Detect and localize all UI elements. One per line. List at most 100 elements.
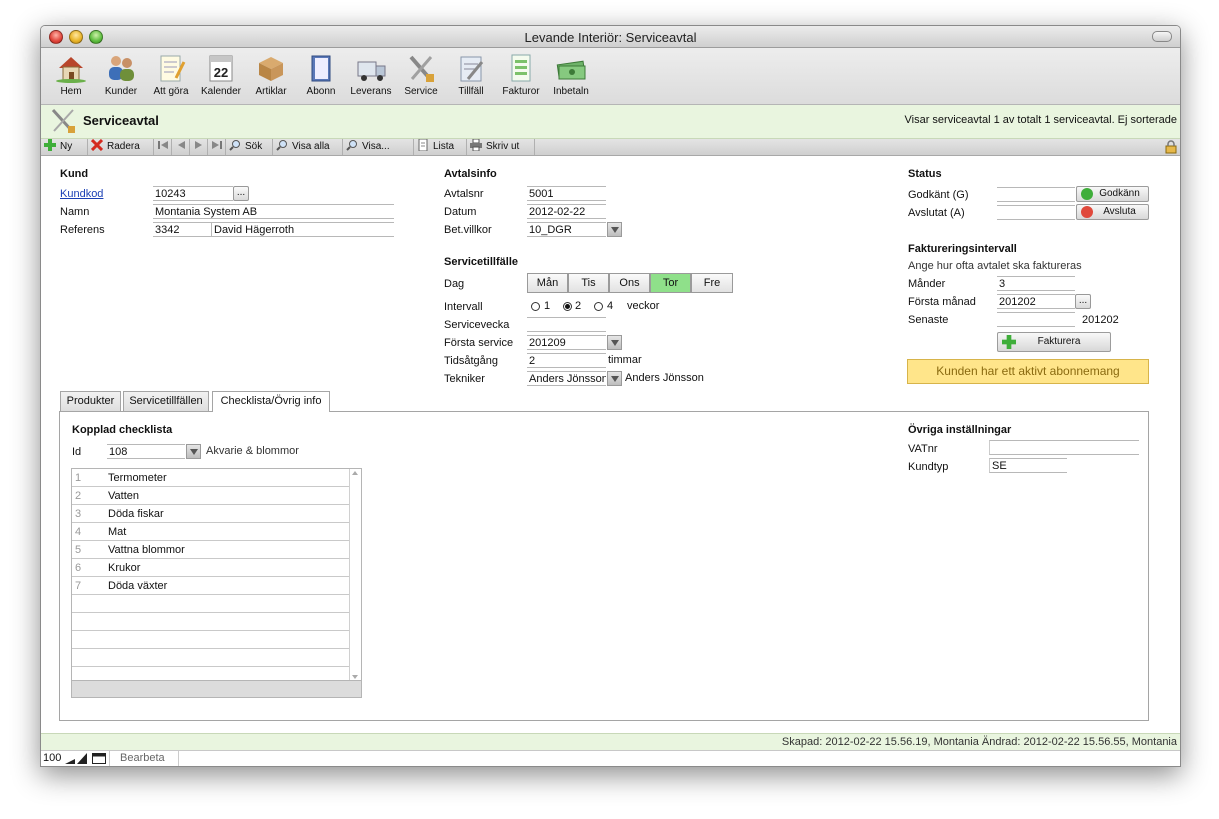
lock-icon[interactable]	[1164, 140, 1178, 154]
tab-checklista[interactable]: Checklista/Övrig info	[212, 391, 330, 412]
forsta-service-field[interactable]: 201209	[527, 335, 606, 350]
forsta-service-label: Första service	[444, 337, 514, 349]
toolbar-todo-button[interactable]: Att göra	[146, 52, 196, 97]
list-item[interactable]: 6 Krukor	[72, 559, 351, 577]
list-item-empty[interactable]	[72, 631, 351, 649]
tekniker-dropdown[interactable]	[607, 371, 622, 386]
day-thu-button[interactable]: Tor	[650, 273, 691, 293]
toolbar-articles-button[interactable]: Artiklar	[246, 52, 296, 97]
toolbar-invoices-button[interactable]: Fakturor	[496, 52, 546, 97]
print-button[interactable]: Skriv ut	[467, 139, 535, 155]
item-text: Döda växter	[108, 580, 168, 592]
calendar-icon: 22	[209, 55, 233, 82]
list-item-empty[interactable]	[72, 613, 351, 631]
list-button[interactable]: Lista	[414, 139, 467, 155]
checklist-id-field[interactable]: 108	[107, 444, 185, 459]
kund-section-title: Kund	[60, 168, 89, 180]
interval-1-radio[interactable]	[531, 302, 540, 311]
list-item-empty[interactable]	[72, 649, 351, 667]
scroll-up-icon[interactable]	[351, 470, 359, 476]
manader-field[interactable]: 3	[997, 276, 1075, 291]
avtalsnr-label: Avtalsnr	[444, 188, 484, 200]
referens-id-field[interactable]: 3342	[153, 222, 211, 237]
list-item[interactable]: 7 Döda växter	[72, 577, 351, 595]
toolbar-subscriptions-button[interactable]: Abonn	[296, 52, 346, 97]
avslutat-field[interactable]	[997, 205, 1075, 220]
toolbar-home-button[interactable]: Hem	[46, 52, 96, 97]
delete-x-icon	[91, 139, 103, 151]
tab-produkter[interactable]: Produkter	[60, 391, 121, 411]
kundtyp-field[interactable]: SE	[989, 458, 1067, 473]
godkant-field[interactable]	[997, 187, 1075, 202]
day-mon-button[interactable]: Mån	[527, 273, 568, 293]
senaste-field[interactable]	[997, 312, 1075, 327]
list-item[interactable]: 5 Vattna blommor	[72, 541, 351, 559]
interval-2-label: 2	[575, 300, 582, 312]
avtalsnr-field[interactable]: 5001	[527, 186, 606, 201]
house-icon	[56, 57, 86, 83]
tidsatgang-field[interactable]: 2	[527, 353, 606, 368]
toolbar-toggle-button[interactable]	[1152, 31, 1172, 42]
toolbar-occasions-button[interactable]: Tillfäll	[446, 52, 496, 97]
interval-2-radio[interactable]	[563, 302, 572, 311]
status-bar: 100 Bearbeta	[41, 750, 1180, 766]
app-window: Levande Interiör: Serviceavtal Hem Kunde…	[40, 25, 1181, 767]
namn-field[interactable]: Montania System AB	[153, 204, 394, 219]
mode-indicator: Bearbeta	[109, 751, 179, 766]
zoom-level[interactable]: 100	[43, 752, 61, 764]
forsta-manad-lookup-button[interactable]: ...	[1075, 294, 1091, 309]
search-button[interactable]: Sök	[226, 139, 273, 155]
kundkod-lookup-button[interactable]: ...	[233, 186, 249, 201]
day-tue-button[interactable]: Tis	[568, 273, 609, 293]
list-item[interactable]: 1 Termometer	[72, 469, 351, 487]
avslutat-label: Avslutat (A)	[908, 207, 965, 219]
forsta-service-dropdown[interactable]	[607, 335, 622, 350]
toolbar-calendar-button[interactable]: 22 Kalender	[196, 52, 246, 97]
kundkod-link[interactable]: Kundkod	[60, 188, 103, 200]
created-modified-text: Skapad: 2012-02-22 15.56.19, Montania Än…	[781, 736, 1177, 748]
show-button[interactable]: Visa...	[343, 139, 414, 155]
tab-servicetillfallen[interactable]: Servicetillfällen	[123, 391, 209, 411]
show-all-button[interactable]: Visa alla	[273, 139, 343, 155]
clipboard-icon	[460, 56, 484, 82]
list-scrollbar[interactable]	[349, 469, 361, 681]
toggle-status-area-icon[interactable]	[92, 753, 106, 764]
zoom-in-icon[interactable]	[77, 753, 87, 764]
senaste-label: Senaste	[908, 314, 949, 326]
vatnr-field[interactable]	[989, 440, 1139, 455]
day-fri-button[interactable]: Fre	[691, 273, 733, 293]
magnifier-icon	[346, 140, 357, 151]
referens-name-field[interactable]: David Hägerroth	[211, 222, 394, 237]
datum-field[interactable]: 2012-02-22	[527, 204, 606, 219]
checklist-id-dropdown[interactable]	[186, 444, 201, 459]
betvillkor-dropdown[interactable]	[607, 222, 622, 237]
godkann-button[interactable]: Godkänn	[1076, 186, 1149, 202]
toolbar-payments-button[interactable]: Inbetaln	[546, 52, 596, 97]
avsluta-button[interactable]: Avsluta	[1076, 204, 1149, 220]
new-record-button[interactable]: Ny	[41, 139, 88, 155]
last-record-button[interactable]	[208, 139, 226, 155]
first-record-button[interactable]	[154, 139, 172, 155]
tekniker-field[interactable]: Anders Jönsson	[527, 371, 606, 386]
interval-4-radio[interactable]	[594, 302, 603, 311]
list-item-empty[interactable]	[72, 595, 351, 613]
list-item[interactable]: 4 Mat	[72, 523, 351, 541]
toolbar-delivery-button[interactable]: Leverans	[346, 52, 396, 97]
list-item[interactable]: 3 Döda fiskar	[72, 505, 351, 523]
toolbar-service-button[interactable]: Service	[396, 52, 446, 97]
next-record-button[interactable]	[190, 139, 208, 155]
forsta-manad-field[interactable]: 201202	[997, 294, 1075, 309]
zoom-out-icon[interactable]	[65, 754, 75, 764]
day-wed-button[interactable]: Ons	[609, 273, 650, 293]
vatnr-label: VATnr	[908, 443, 938, 455]
list-item[interactable]: 2 Vatten	[72, 487, 351, 505]
previous-record-button[interactable]	[172, 139, 190, 155]
fakturera-button[interactable]: Fakturera	[997, 332, 1111, 352]
toolbar-label: Leverans	[350, 86, 392, 97]
delete-record-button[interactable]: Radera	[88, 139, 154, 155]
servicevecka-field[interactable]	[527, 317, 606, 332]
toolbar-customers-button[interactable]: Kunder	[96, 52, 146, 97]
kundkod-field[interactable]: 10243	[153, 186, 233, 201]
calendar-day: 22	[214, 65, 228, 80]
betvillkor-field[interactable]: 10_DGR	[527, 222, 606, 237]
